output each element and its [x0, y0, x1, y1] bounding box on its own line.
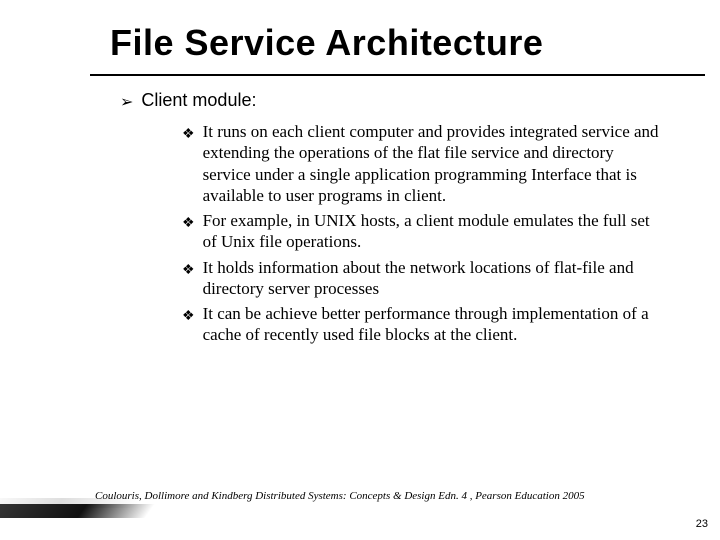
- page-number: 23: [696, 518, 708, 530]
- section-label: Client module:: [141, 90, 256, 111]
- list-item-text: It runs on each client computer and prov…: [203, 121, 660, 206]
- list-item-text: It holds information about the network l…: [203, 257, 660, 300]
- list-item-text: For example, in UNIX hosts, a client mod…: [203, 210, 660, 253]
- arrow-bullet-icon: ➢: [120, 95, 133, 111]
- slide: File Service Architecture ➢ Client modul…: [0, 0, 720, 540]
- diamond-bullet-icon: ❖: [182, 217, 195, 231]
- citation-text: Coulouris, Dollimore and Kindberg Distri…: [95, 490, 585, 502]
- list-item: ❖ It holds information about the network…: [182, 257, 660, 300]
- list-item-text: It can be achieve better performance thr…: [203, 303, 660, 346]
- list-item: ❖ For example, in UNIX hosts, a client m…: [182, 210, 660, 253]
- diamond-bullet-icon: ❖: [182, 128, 195, 142]
- section-heading: ➢ Client module:: [120, 90, 660, 111]
- content-area: ➢ Client module: ❖ It runs on each clien…: [0, 76, 720, 346]
- list-item: ❖ It runs on each client computer and pr…: [182, 121, 660, 206]
- list-item: ❖ It can be achieve better performance t…: [182, 303, 660, 346]
- bullet-list: ❖ It runs on each client computer and pr…: [120, 119, 660, 346]
- page-title: File Service Architecture: [0, 0, 720, 70]
- diamond-bullet-icon: ❖: [182, 310, 195, 324]
- stripe-dark: [0, 504, 155, 518]
- diamond-bullet-icon: ❖: [182, 264, 195, 278]
